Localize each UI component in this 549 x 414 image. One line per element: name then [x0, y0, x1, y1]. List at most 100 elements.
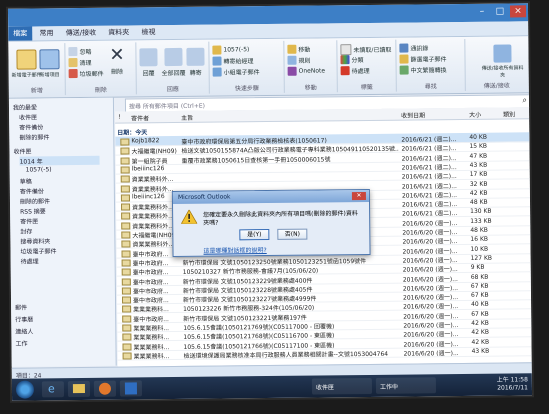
taskbar-media-icon[interactable] — [93, 380, 117, 397]
send-receive-icon — [493, 44, 512, 63]
delete-button[interactable]: ✕ 刪除 — [109, 45, 124, 76]
yes-button[interactable]: 是(Y) — [239, 229, 270, 241]
categorize-button[interactable]: 分類 — [340, 55, 364, 65]
quick-step-3-label: 小組電子郵件 — [223, 69, 260, 77]
nav-item[interactable]: 行事曆 — [15, 314, 33, 323]
row-from: Kojb1822 — [131, 137, 160, 145]
unread-label: 未讀取/已讀取 — [353, 46, 392, 55]
start-button[interactable] — [15, 380, 35, 399]
nav-item[interactable]: 工作 — [15, 339, 27, 348]
maximize-button[interactable]: □ — [492, 5, 508, 17]
row-size: 17 KB — [469, 170, 488, 179]
envelope-icon — [121, 203, 131, 211]
nav-item[interactable]: 1057(-5) — [26, 166, 52, 173]
system-clock[interactable]: 上午 11:58 2016/7/11 — [497, 376, 528, 392]
rules-button[interactable]: 規則 — [287, 55, 311, 65]
date-group-header[interactable]: 日期：今天 — [117, 127, 147, 136]
reply-all-icon — [164, 47, 183, 67]
row-size: 9 KB — [470, 263, 485, 272]
nav-item[interactable]: 我的最愛 — [13, 102, 37, 111]
new-email-button[interactable]: 新增電子郵件 — [11, 49, 42, 79]
nav-item[interactable]: 郵件 — [15, 303, 27, 312]
nav-item[interactable]: 搜尋資料夾 — [20, 236, 50, 245]
nav-item[interactable]: 寄件備份 — [20, 186, 44, 195]
nav-item[interactable]: 草稿 — [20, 176, 32, 185]
col-importance[interactable]: ! — [118, 114, 120, 121]
nav-item[interactable]: 刪除的郵件 — [19, 132, 49, 141]
row-size: 42 KB — [471, 319, 489, 327]
taskbar-explorer-icon[interactable] — [67, 380, 91, 398]
ignore-label: 忽略 — [79, 48, 92, 56]
nav-item[interactable]: 刪除的郵件 — [20, 196, 50, 205]
categorize-icon — [340, 55, 350, 65]
nav-item[interactable]: 待處理 — [21, 256, 39, 265]
nav-item[interactable]: 寄件匣 — [20, 216, 38, 225]
reply-button[interactable]: 回覆 — [139, 48, 158, 78]
reply-all-button[interactable]: 全部回覆 — [161, 47, 186, 78]
unread-button[interactable]: 未讀取/已讀取 — [340, 44, 391, 56]
onenote-button[interactable]: OneNote — [287, 66, 326, 76]
move-label: 移動 — [298, 46, 311, 54]
tab-folder[interactable]: 資料夾 — [103, 25, 134, 39]
group-respond: 回覆 全部回覆 轉寄 回應 — [136, 41, 210, 95]
taskbar-app-work[interactable]: 工作中 — [375, 377, 437, 394]
row-size: 43 KB — [469, 161, 488, 169]
junk-label: 垃圾郵件 — [79, 70, 104, 78]
col-category[interactable]: 類別 — [503, 109, 515, 118]
row-size: 40 KB — [469, 133, 487, 141]
envelope-icon — [121, 259, 131, 267]
col-size[interactable]: 大小 — [469, 110, 481, 119]
nav-item[interactable]: 寄件備份 — [19, 122, 43, 131]
taskbar-app-inbox[interactable]: 收件匣 — [311, 377, 373, 395]
col-subject[interactable]: 主旨 — [181, 113, 193, 122]
delete-label: 刪除 — [111, 68, 124, 76]
envelope-icon — [120, 166, 130, 174]
nav-item[interactable]: 收件匣 — [13, 146, 31, 155]
quick-step-3[interactable]: 小組電子郵件 — [212, 67, 260, 77]
search-placeholder: 搜尋 所有郵件項目 (Ctrl+E) — [128, 102, 206, 111]
cleanup-button[interactable]: 清理 — [68, 58, 92, 68]
dialog-close-button[interactable]: ✕ — [351, 191, 366, 201]
col-from[interactable]: 寄件者 — [131, 113, 149, 122]
tab-send-receive[interactable]: 傳送/接收 — [61, 26, 102, 40]
filter-email-button[interactable]: 篩選電子郵件 — [399, 54, 447, 64]
move-button[interactable]: 移動 — [287, 44, 311, 54]
nav-item[interactable]: 收件匣 — [19, 112, 37, 121]
taskbar-ie-icon[interactable]: e — [41, 381, 65, 398]
nav-item[interactable]: 1014 年 — [19, 155, 100, 166]
envelope-icon — [122, 343, 132, 351]
col-received[interactable]: 收到日期 — [401, 110, 425, 119]
translate-icon — [399, 65, 409, 75]
junk-button[interactable]: 垃圾郵件 — [68, 69, 104, 79]
address-book-button[interactable]: 通訊錄 — [399, 43, 428, 53]
ignore-button[interactable]: 忽略 — [68, 47, 92, 57]
minimize-button[interactable]: – — [474, 6, 490, 18]
no-button[interactable]: 否(N) — [277, 228, 308, 240]
envelope-icon — [121, 277, 131, 286]
nav-item[interactable]: 連絡人 — [15, 326, 33, 335]
nav-item[interactable]: 垃圾電子郵件 — [20, 246, 56, 255]
quick-step-1[interactable]: 1057(-5) — [212, 45, 249, 55]
nav-item[interactable]: 封存 — [20, 226, 32, 235]
row-size: 32 KB — [469, 180, 488, 188]
reply-all-label: 全部回覆 — [161, 69, 186, 78]
tab-home[interactable]: 常用 — [34, 26, 58, 40]
send-receive-all-button[interactable]: 傳送/接收所有資料夾 — [479, 44, 525, 79]
translate-button[interactable]: 中文繁簡轉換 — [399, 65, 447, 75]
reply-label: 回覆 — [142, 70, 155, 78]
taskbar-outlook-icon[interactable] — [119, 380, 143, 397]
dialog-help-link[interactable]: 這是哪種對話框的說明? — [203, 245, 266, 255]
search-icon[interactable]: ⌕ — [522, 95, 527, 105]
new-items-button[interactable]: 新增項目 — [39, 49, 60, 78]
dialog-title: Microsoft Outlook — [177, 193, 231, 201]
followup-button[interactable]: 待處理 — [340, 66, 370, 76]
row-subject: 檢送環境保護局業務核准本局行政服務人員業務相關計畫--文號1053004764 — [183, 350, 389, 360]
tab-file[interactable]: 檔案 — [8, 26, 33, 41]
group-tags: 未讀取/已讀取 分類 待處理 標籤 — [337, 39, 397, 93]
quick-step-2[interactable]: 轉寄給經理 — [212, 56, 254, 66]
forward-button[interactable]: 轉寄 — [186, 47, 205, 77]
envelope-icon — [122, 305, 132, 313]
close-button[interactable]: × — [509, 5, 527, 18]
tab-view[interactable]: 檢視 — [136, 25, 160, 39]
nav-item[interactable]: RSS 摘要 — [20, 206, 46, 215]
